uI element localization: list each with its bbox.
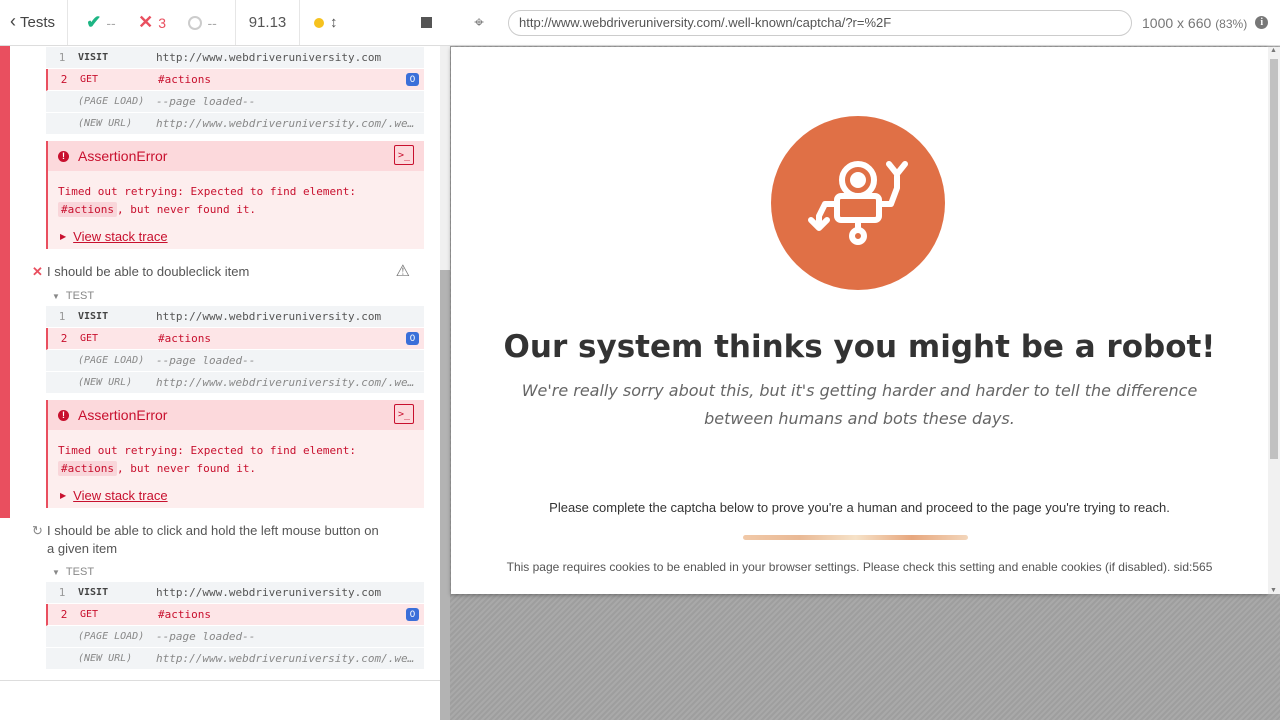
captcha-subtitle: We're really sorry about this, but it's …	[521, 381, 1198, 428]
failed-x-icon: ✕	[32, 264, 43, 279]
check-icon: ✔	[86, 12, 102, 32]
duration: 91.13	[236, 0, 300, 45]
aut-scrollbar-thumb[interactable]	[1270, 59, 1278, 459]
caret-down-icon: ▼	[52, 567, 60, 577]
reporter-footer	[0, 680, 440, 720]
view-stack-trace-link[interactable]: ▶ View stack trace	[60, 488, 168, 503]
error-panel: ! AssertionError >_ Timed out retrying: …	[46, 141, 424, 249]
aut-header: ⌖ http://www.webdriveruniversity.com/.we…	[450, 0, 1280, 46]
back-to-tests-button[interactable]: ‹ Tests	[0, 0, 68, 45]
auto-scroll-icon[interactable]: ↕	[330, 14, 338, 31]
refresh-spinner-icon: ↻	[32, 523, 43, 538]
captcha-instructions: Please complete the captcha below to pro…	[549, 500, 1170, 515]
x-icon: ✕	[138, 12, 154, 32]
stop-icon[interactable]	[421, 17, 432, 28]
test-title[interactable]: ↻ I should be able to click and hold the…	[28, 522, 428, 558]
element-count-badge: 0	[406, 332, 419, 345]
scrollbar-thumb[interactable]	[440, 270, 450, 720]
command-row[interactable]: (page load) --page loaded--	[46, 91, 424, 113]
command-row[interactable]: 1 visit http://www.webdriveruniversity.c…	[46, 47, 424, 69]
command-row[interactable]: (new url) http://www.webdriveruniversity…	[46, 648, 424, 670]
scroll-up-icon[interactable]: ▲	[1270, 47, 1277, 54]
captcha-title: Our system thinks you might be a robot!	[503, 329, 1216, 365]
chevron-left-icon: ‹	[10, 11, 16, 31]
caret-right-icon: ▶	[60, 232, 67, 241]
hook-test[interactable]: ▼ Test	[52, 566, 94, 578]
caret-right-icon: ▶	[60, 491, 67, 500]
command-row[interactable]: (page load) --page loaded--	[46, 626, 424, 648]
viewport-size: 1000 x 660 (83%)	[1142, 14, 1248, 31]
error-panel: ! AssertionError >_ Timed out retrying: …	[46, 400, 424, 508]
hook-test[interactable]: ▼ Test	[52, 290, 94, 302]
error-icon: !	[58, 409, 69, 421]
print-to-console-icon[interactable]: >_	[394, 404, 414, 424]
element-count-badge: 0	[406, 73, 419, 86]
captcha-widget-strip[interactable]	[743, 535, 968, 540]
failed-count[interactable]: ✕ 3	[138, 12, 166, 33]
cookie-notice: This page requires cookies to be enabled…	[506, 560, 1213, 574]
view-stack-trace-link[interactable]: ▶ View stack trace	[60, 229, 168, 244]
command-row[interactable]: 1 visit http://www.webdriveruniversity.c…	[46, 306, 424, 328]
reporter-header: ‹ Tests ✔ -- ✕ 3 -- 91.13 ↕	[0, 0, 450, 46]
print-to-console-icon[interactable]: >_	[394, 145, 414, 165]
pending-circle-icon	[188, 15, 203, 30]
command-row[interactable]: 2 get #actions 0	[46, 69, 424, 91]
robot-illustration	[808, 161, 908, 245]
error-header: ! AssertionError >_	[48, 400, 424, 430]
command-row[interactable]: 2 get #actions 0	[46, 604, 424, 626]
reporter-panel: ‹ Tests ✔ -- ✕ 3 -- 91.13 ↕ 1 visit http:/…	[0, 0, 450, 720]
pending-count[interactable]: --	[188, 15, 217, 31]
command-row[interactable]: 1 visit http://www.webdriveruniversity.c…	[46, 582, 424, 604]
passed-count[interactable]: ✔ --	[86, 12, 115, 33]
error-icon: !	[58, 150, 69, 162]
run-controls: ↕	[300, 0, 450, 45]
failure-stripe	[0, 46, 10, 518]
selector-playground-crosshair-icon[interactable]: ⌖	[450, 13, 508, 33]
scroll-down-icon[interactable]: ▼	[1270, 587, 1277, 594]
warning-icon[interactable]: ⚠	[396, 263, 410, 281]
error-header: ! AssertionError >_	[48, 141, 424, 171]
error-message: Timed out retrying: Expected to find ele…	[58, 444, 357, 476]
robot-icon	[771, 116, 945, 290]
test-title[interactable]: ✕ I should be able to doubleclick item ⚠	[28, 263, 428, 281]
command-row[interactable]: (page load) --page loaded--	[46, 350, 424, 372]
error-message: Timed out retrying: Expected to find ele…	[58, 185, 357, 217]
caret-down-icon: ▼	[52, 291, 60, 301]
test-list: 1 visit http://www.webdriveruniversity.c…	[0, 46, 440, 680]
test-stats: ✔ -- ✕ 3 --	[68, 0, 236, 45]
url-bar[interactable]: http://www.webdriveruniversity.com/.well…	[508, 9, 1132, 36]
aut-scrollbar[interactable]: ▲ ▼	[1268, 47, 1280, 594]
reporter-scrollbar[interactable]	[440, 46, 450, 720]
command-row[interactable]: (new url) http://www.webdriveruniversity…	[46, 372, 424, 394]
element-count-badge: 0	[406, 608, 419, 621]
running-indicator-icon	[314, 17, 324, 28]
back-label: Tests	[20, 14, 56, 31]
command-row[interactable]: (new url) http://www.webdriveruniversity…	[46, 113, 424, 135]
aut-iframe: Our system thinks you might be a robot! …	[451, 47, 1268, 594]
command-row[interactable]: 2 get #actions 0	[46, 328, 424, 350]
info-icon[interactable]: i	[1255, 16, 1269, 29]
